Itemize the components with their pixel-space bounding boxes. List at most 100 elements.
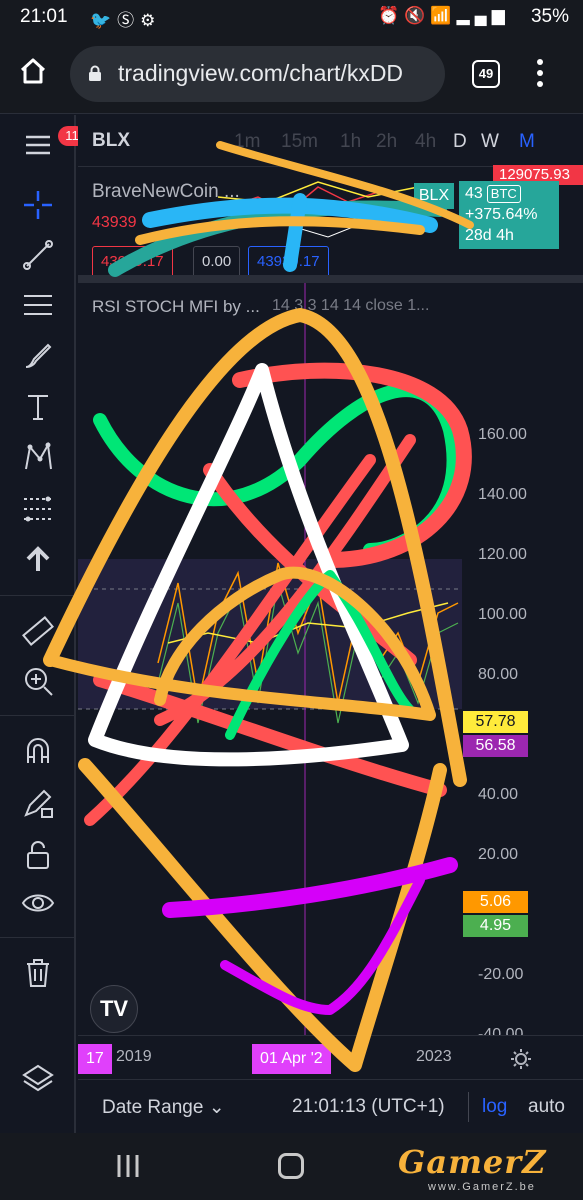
crosshair-tool[interactable] [16,183,60,227]
date-range-label: Date Range [102,1097,204,1118]
status-bar: 21:01 🐦Ⓢ⚙ ⏰🔇📶▂▄▆ 35% [0,0,583,34]
bottom-divider [468,1092,469,1122]
fib-icon [24,295,52,315]
mute-icon: 🔇 [404,6,431,25]
recent-apps-icon[interactable] [114,1153,142,1179]
btc-price-tag: 43 BTC +375.64% 28d 4h [459,181,559,249]
browser-toolbar: tradingview.com/chart/kxDD 49 [0,34,583,114]
interval-2h[interactable]: 2h [376,131,397,153]
interval-1m[interactable]: 1m [234,131,260,153]
toolbar-divider [0,595,74,596]
tradingview-logo[interactable]: TV [90,985,138,1033]
fib-tool[interactable] [16,283,60,327]
y-tick: 140.00 [478,486,527,503]
value-tag-purple: 56.58 [463,735,528,757]
time-axis[interactable]: 17 2019 01 Apr '2 2023 [78,1035,583,1079]
browser-menu-button[interactable] [530,56,550,90]
brush-icon [25,343,52,368]
text-tool[interactable] [16,385,60,429]
arrow-tool[interactable] [16,537,60,581]
interval-m[interactable]: M [519,131,535,153]
timezone-clock[interactable]: 21:01:13 (UTC+1) [292,1096,445,1118]
magnet-tool[interactable] [16,729,60,773]
battery-level: 35% [530,6,569,27]
visibility-tool[interactable] [16,881,60,925]
date-range-button[interactable]: Date Range ⌄ [102,1096,225,1119]
main-series-legend[interactable]: BraveNewCoin ... [92,181,240,203]
interval-4h[interactable]: 4h [415,131,436,153]
status-time: 21:01 [20,6,68,27]
lock-drawing-icon [24,789,53,818]
menu-button[interactable]: 11 [16,123,86,167]
settings-icon[interactable] [510,1048,532,1070]
y-tick: -40.00 [478,1026,524,1035]
object-tree-button[interactable] [16,1057,60,1101]
url-text: tradingview.com/chart/kxDD [118,60,404,86]
delete-tool[interactable] [16,951,60,995]
trash-icon [27,959,49,987]
trend-line-tool[interactable] [16,233,60,277]
android-nav-bar: GamerZ www.GamerZ.be [0,1133,583,1200]
interval-d[interactable]: D [453,131,467,153]
time-cursor-left: 17 [78,1044,112,1074]
arrow-up-icon [26,546,50,571]
home-icon [20,58,46,84]
chart-area[interactable]: BLX 1m 15m 1h 2h 4h D W M 129075.93 Brav… [78,115,583,1133]
indicator-legend[interactable]: RSI STOCH MFI by ... [92,297,260,317]
address-bar[interactable]: tradingview.com/chart/kxDD [70,46,445,102]
main-series-value: 43939 [92,214,137,231]
trend-line-icon [23,240,53,270]
indicator-pane[interactable]: RSI STOCH MFI by ... 14 3 3 14 14 close … [78,283,583,1035]
chart-bottom-bar: Date Range ⌄ 21:01:13 (UTC+1) log auto [78,1079,583,1133]
chevron-down-icon: ⌄ [208,1097,225,1118]
skype-icon: Ⓢ [117,11,141,30]
y-tick: 40.00 [478,786,519,803]
btc-value: 43 [465,185,483,202]
y-tick: 160.00 [478,426,527,443]
ohlc-close: 43939.17 [248,246,329,278]
lock-icon [89,65,101,81]
log-scale-button[interactable]: log [482,1096,507,1118]
bug-icon: ⚙ [140,11,162,30]
ohlc-change: 0.00 [193,246,241,278]
time-cursor-label: 01 Apr '2 [252,1044,331,1074]
magnet-icon [27,738,49,763]
chart-header: BLX 1m 15m 1h 2h 4h D W M [78,115,583,167]
ruler-tool[interactable] [16,609,60,653]
pattern-tool[interactable] [16,435,60,479]
prediction-tool[interactable] [16,487,60,531]
brush-tool[interactable] [16,333,60,377]
y-tick: 120.00 [478,546,527,563]
watermark-url: www.GamerZ.be [428,1181,536,1193]
home-button[interactable] [18,56,48,86]
symbol-button[interactable]: BLX [92,130,130,152]
ohlc-open: 43939.17 [92,246,173,278]
toolbar-divider [0,715,74,716]
zoom-in-tool[interactable] [16,659,60,703]
prediction-icon [24,496,52,522]
twitter-icon: 🐦 [90,11,118,30]
tab-switcher-button[interactable]: 49 [472,60,500,88]
btc-chip: BTC [486,185,521,203]
value-tag-yellow: 57.78 [463,711,528,733]
system-icons: ⏰🔇📶▂▄▆ [378,6,510,26]
watermark-title: GamerZ [398,1143,547,1181]
y-tick: -20.00 [478,966,524,983]
btc-countdown: 28d 4h [465,227,514,244]
auto-scale-button[interactable]: auto [528,1096,565,1118]
toolbar-divider [0,937,74,938]
zoom-in-icon [25,668,53,696]
y-tick: 80.00 [478,666,519,683]
more-vert-icon [537,59,543,87]
menu-icon [26,135,50,155]
drawing-toolbar: 11 [0,115,86,1133]
lock-drawings-tool[interactable] [16,781,60,825]
unlock-tool[interactable] [16,833,60,877]
interval-15m[interactable]: 15m [281,131,318,153]
interval-w[interactable]: W [481,131,499,153]
ruler-icon [22,615,54,647]
time-tick: 2019 [116,1048,152,1065]
home-nav-button[interactable] [278,1153,304,1179]
pane-separator[interactable] [78,275,583,283]
interval-1h[interactable]: 1h [340,131,361,153]
